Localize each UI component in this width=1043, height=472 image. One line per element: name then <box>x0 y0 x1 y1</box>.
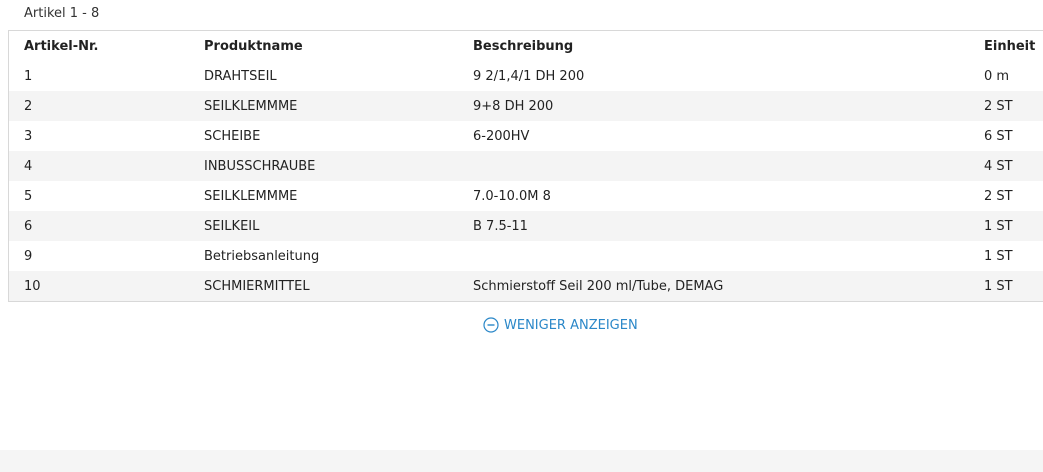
cell-unit: 0 m <box>984 68 1010 84</box>
cell-unit: 4 ST <box>969 151 1043 181</box>
table-row: 1 DRAHTSEIL 9 2/1,4/1 DH 200 0 m <box>9 61 1043 91</box>
cell-article-no: 9 <box>24 248 33 264</box>
cell-article-no: 2 <box>9 91 189 121</box>
header-unit: Einheit <box>984 38 1036 54</box>
header-article-no: Artikel-Nr. <box>24 38 99 54</box>
cell-article-no: 5 <box>24 188 33 204</box>
cell-unit: 1 ST <box>969 211 1043 241</box>
table-row: 3 SCHEIBE 6-200HV 6 ST <box>9 121 1043 151</box>
show-less-label: WENIGER ANZEIGEN <box>504 317 638 333</box>
cell-unit: 1 ST <box>984 248 1013 264</box>
cell-article-no: 10 <box>9 271 189 301</box>
header-description: Beschreibung <box>473 38 574 54</box>
cell-unit: 1 ST <box>969 271 1043 301</box>
table-row: 9 Betriebsanleitung 1 ST <box>9 241 1043 271</box>
table-row: 4 INBUSSCHRAUBE 4 ST <box>9 151 1043 181</box>
cell-description: 7.0-10.0M 8 <box>473 188 551 204</box>
cell-description: 9 2/1,4/1 DH 200 <box>473 68 585 84</box>
cell-description: 9+8 DH 200 <box>458 91 969 121</box>
cell-article-no: 3 <box>24 128 33 144</box>
footer-band <box>0 450 1043 472</box>
cell-product-name: SEILKLEMMME <box>189 91 458 121</box>
cell-product-name: SEILKEIL <box>189 211 458 241</box>
cell-article-no: 6 <box>9 211 189 241</box>
table-row: 2 SEILKLEMMME 9+8 DH 200 2 ST <box>9 91 1043 121</box>
cell-product-name: Betriebsanleitung <box>204 248 320 264</box>
minus-circle-icon <box>483 317 499 333</box>
cell-article-no: 4 <box>9 151 189 181</box>
cell-product-name: SEILKLEMMME <box>204 188 298 204</box>
article-table: Artikel-Nr. Produktname Beschreibung Ein… <box>9 31 1043 301</box>
cell-product-name: DRAHTSEIL <box>204 68 277 84</box>
table-row: 6 SEILKEIL B 7.5-11 1 ST <box>9 211 1043 241</box>
cell-unit: 6 ST <box>984 128 1013 144</box>
cell-product-name: INBUSSCHRAUBE <box>189 151 458 181</box>
table-header-row: Artikel-Nr. Produktname Beschreibung Ein… <box>9 31 1043 61</box>
cell-description: 6-200HV <box>473 128 530 144</box>
table-row: 5 SEILKLEMMME 7.0-10.0M 8 2 ST <box>9 181 1043 211</box>
show-less-button[interactable]: WENIGER ANZEIGEN <box>483 317 638 333</box>
header-product-name: Produktname <box>204 38 303 54</box>
cell-description <box>458 151 969 181</box>
cell-description: Schmierstoff Seil 200 ml/Tube, DEMAG <box>458 271 969 301</box>
cell-product-name: SCHEIBE <box>204 128 261 144</box>
cell-description <box>458 241 969 271</box>
cell-unit: 2 ST <box>984 188 1013 204</box>
cell-description: B 7.5-11 <box>458 211 969 241</box>
table-row: 10 SCHMIERMITTEL Schmierstoff Seil 200 m… <box>9 271 1043 301</box>
cell-unit: 2 ST <box>969 91 1043 121</box>
article-count: Artikel 1 - 8 <box>24 6 100 21</box>
cell-product-name: SCHMIERMITTEL <box>189 271 458 301</box>
cell-article-no: 1 <box>24 68 33 84</box>
article-table-container: Artikel-Nr. Produktname Beschreibung Ein… <box>8 30 1043 302</box>
